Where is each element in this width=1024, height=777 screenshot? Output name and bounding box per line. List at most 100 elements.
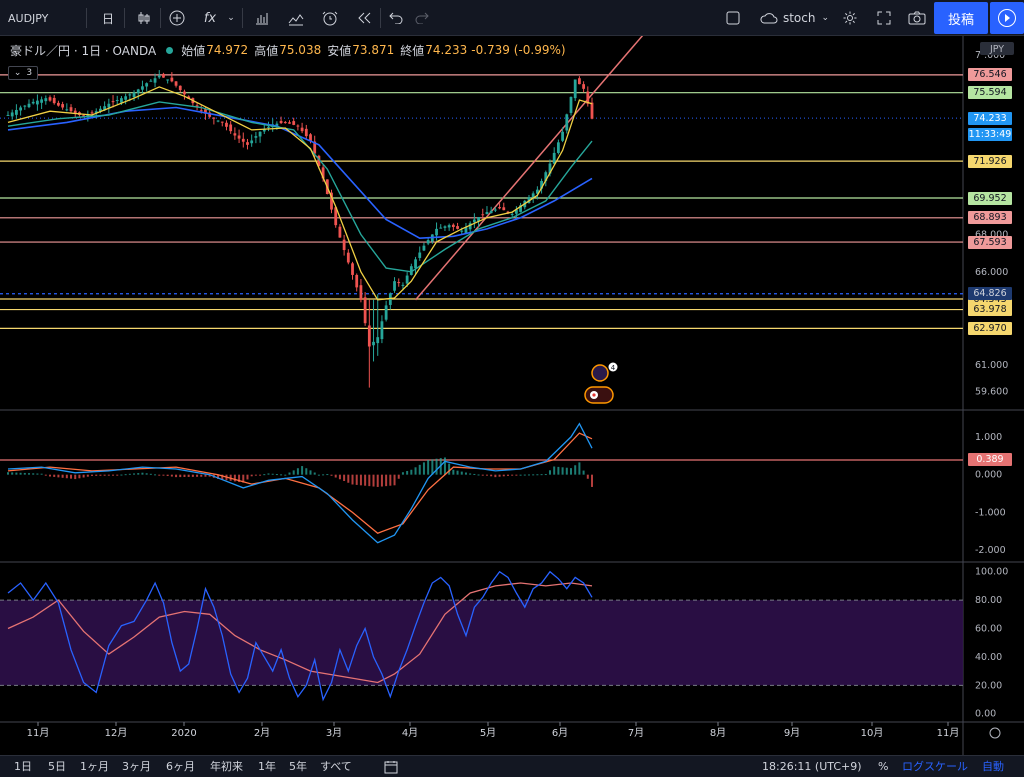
sma-fast-line bbox=[7, 86, 593, 301]
range-6m[interactable]: 6ヶ月 bbox=[166, 756, 195, 777]
macd-histogram-bar bbox=[166, 474, 169, 477]
candle-body bbox=[149, 80, 153, 82]
macd-histogram-bar bbox=[259, 474, 262, 476]
macd-histogram-bar bbox=[569, 468, 572, 475]
macd-histogram-bar bbox=[460, 471, 463, 475]
macd-histogram-bar bbox=[343, 474, 346, 482]
layout-save-button[interactable]: stoch ⌄ bbox=[756, 0, 832, 36]
candle-body bbox=[128, 94, 132, 96]
trendline[interactable] bbox=[414, 36, 681, 301]
macd-histogram-bar bbox=[464, 472, 467, 475]
range-1d[interactable]: 1日 bbox=[14, 756, 32, 777]
macd-histogram-bar bbox=[107, 474, 110, 476]
macd-histogram-bar bbox=[149, 473, 152, 475]
macd-histogram-bar bbox=[406, 470, 409, 475]
candle-body bbox=[439, 227, 443, 229]
candle-body bbox=[229, 124, 233, 132]
redo-icon[interactable] bbox=[410, 0, 434, 36]
candle-body bbox=[57, 102, 60, 106]
x-tick-label: 5月 bbox=[480, 727, 496, 739]
range-5d[interactable]: 5日 bbox=[48, 756, 66, 777]
macd-histogram-bar bbox=[443, 457, 446, 475]
candle-body bbox=[15, 109, 18, 115]
macd-histogram-bar bbox=[586, 474, 589, 479]
candle-body bbox=[346, 252, 350, 263]
macd-histogram-bar bbox=[574, 465, 577, 475]
macd-histogram-bar bbox=[292, 470, 295, 475]
indicators-button[interactable]: fx bbox=[196, 0, 224, 36]
macd-histogram-bar bbox=[284, 474, 287, 476]
gear-icon[interactable] bbox=[989, 727, 1001, 739]
candle-body bbox=[435, 228, 438, 236]
candle-body bbox=[582, 84, 585, 89]
range-3m[interactable]: 3ヶ月 bbox=[122, 756, 151, 777]
x-tick-label: 2020 bbox=[171, 728, 196, 739]
camera-icon[interactable] bbox=[904, 0, 930, 36]
publish-button[interactable]: 投稿 bbox=[934, 2, 988, 34]
candle-body bbox=[489, 210, 493, 214]
chart-templates-icon[interactable] bbox=[282, 0, 310, 36]
candle-body bbox=[254, 136, 258, 138]
replay-icon[interactable] bbox=[350, 0, 378, 36]
macd-histogram-bar bbox=[124, 474, 127, 476]
candle-body bbox=[380, 321, 384, 340]
macd-histogram-bar bbox=[548, 470, 551, 475]
gear-icon[interactable] bbox=[838, 0, 862, 36]
event-icon[interactable] bbox=[584, 386, 614, 404]
macd-histogram-bar bbox=[233, 474, 236, 482]
range-5y[interactable]: 5年 bbox=[289, 756, 307, 777]
macd-histogram-bar bbox=[368, 474, 371, 487]
log-scale-toggle[interactable]: ログスケール bbox=[902, 756, 968, 777]
x-tick-label: 2月 bbox=[254, 727, 270, 739]
macd-histogram-bar bbox=[334, 474, 337, 478]
candle-style-icon[interactable] bbox=[130, 0, 158, 36]
financials-icon[interactable] bbox=[248, 0, 276, 36]
candle-body bbox=[65, 109, 69, 111]
candle-body bbox=[481, 214, 485, 216]
candle-body bbox=[52, 97, 56, 104]
alert-icon[interactable] bbox=[316, 0, 344, 36]
level-price-label: 71.926 bbox=[968, 154, 1012, 168]
auto-scale-toggle[interactable]: 自動 bbox=[982, 756, 1004, 777]
macd-histogram-bar bbox=[99, 474, 102, 476]
macd-histogram-bar bbox=[490, 474, 493, 477]
market-status-icon bbox=[166, 46, 174, 54]
candle-body bbox=[573, 79, 577, 99]
macd-histogram-bar bbox=[183, 474, 186, 477]
interval-button[interactable]: 日 bbox=[94, 0, 122, 36]
candle-body bbox=[250, 140, 254, 144]
percent-toggle[interactable]: % bbox=[878, 756, 888, 777]
fullscreen-toggle-icon[interactable] bbox=[722, 0, 744, 36]
x-tick-label: 3月 bbox=[326, 727, 342, 739]
macd-histogram-bar bbox=[544, 474, 547, 476]
macd-histogram-bar bbox=[322, 474, 325, 476]
candle-body bbox=[107, 103, 111, 108]
range-ytd[interactable]: 年初来 bbox=[210, 756, 243, 777]
candle-body bbox=[304, 128, 308, 137]
expand-icon[interactable] bbox=[872, 0, 896, 36]
symbol-search[interactable]: AUDJPY bbox=[0, 0, 84, 36]
macd-histogram-bar bbox=[15, 472, 18, 475]
chart-area[interactable]: 11月 12月 2020 2月 3月 4月 5月 6月 7月 8月 9月 10月 11月 4 61.000 5… bbox=[0, 36, 1024, 755]
candle-body bbox=[136, 89, 140, 93]
symbol-label: AUDJPY bbox=[8, 11, 49, 25]
range-1y[interactable]: 1年 bbox=[258, 756, 276, 777]
macd-histogram-bar bbox=[330, 474, 333, 476]
chevron-down-icon[interactable]: ⌄ bbox=[224, 0, 238, 36]
candle-body bbox=[397, 282, 401, 284]
range-all[interactable]: すべて bbox=[320, 756, 352, 777]
event-dot bbox=[592, 393, 596, 397]
candle-body bbox=[61, 104, 65, 108]
indicator-collapse-button[interactable]: ⌄ 3 bbox=[8, 66, 38, 80]
macd-histogram-bar bbox=[196, 474, 199, 477]
go-to-date-icon[interactable] bbox=[384, 760, 400, 774]
range-1m[interactable]: 1ヶ月 bbox=[80, 756, 109, 777]
candle-body bbox=[225, 122, 228, 127]
macd-histogram-bar bbox=[11, 472, 14, 475]
clock-readout[interactable]: 18:26:11 (UTC+9) bbox=[762, 756, 862, 777]
macd-histogram-bar bbox=[553, 466, 556, 475]
undo-icon[interactable] bbox=[384, 0, 408, 36]
play-icon[interactable] bbox=[990, 2, 1024, 34]
event-icon[interactable] bbox=[591, 364, 609, 382]
add-compare-icon[interactable] bbox=[164, 0, 190, 36]
